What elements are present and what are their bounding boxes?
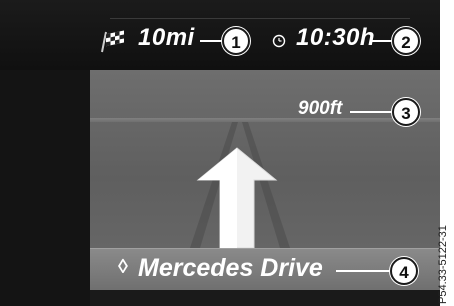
left-panel xyxy=(0,70,90,306)
road-perspective xyxy=(190,122,290,249)
distance-to-destination: 10mi xyxy=(138,24,195,51)
arrival-time: 10:30h xyxy=(296,24,376,51)
callout-1: 1 xyxy=(222,27,250,55)
street-marker-icon: ◊ xyxy=(118,256,128,278)
distance-to-maneuver: 900ft xyxy=(298,98,343,119)
callout-line-2 xyxy=(372,40,392,42)
callout-3: 3 xyxy=(392,98,420,126)
callout-line-1 xyxy=(200,40,222,42)
clock-icon xyxy=(272,34,286,48)
bottom-strip xyxy=(90,290,440,306)
callout-line-3 xyxy=(350,111,392,113)
divider xyxy=(110,18,410,19)
callout-line-4 xyxy=(336,270,390,272)
figure-code: P54.33-5122-31 xyxy=(437,225,449,304)
checkered-flag-icon xyxy=(101,30,124,53)
callout-2: 2 xyxy=(392,27,420,55)
callout-4: 4 xyxy=(390,257,418,285)
navigation-display: 10mi 10:30h 900ft ◊ Mercedes Drive 1 2 3… xyxy=(0,0,440,306)
street-name: Mercedes Drive xyxy=(138,254,323,282)
